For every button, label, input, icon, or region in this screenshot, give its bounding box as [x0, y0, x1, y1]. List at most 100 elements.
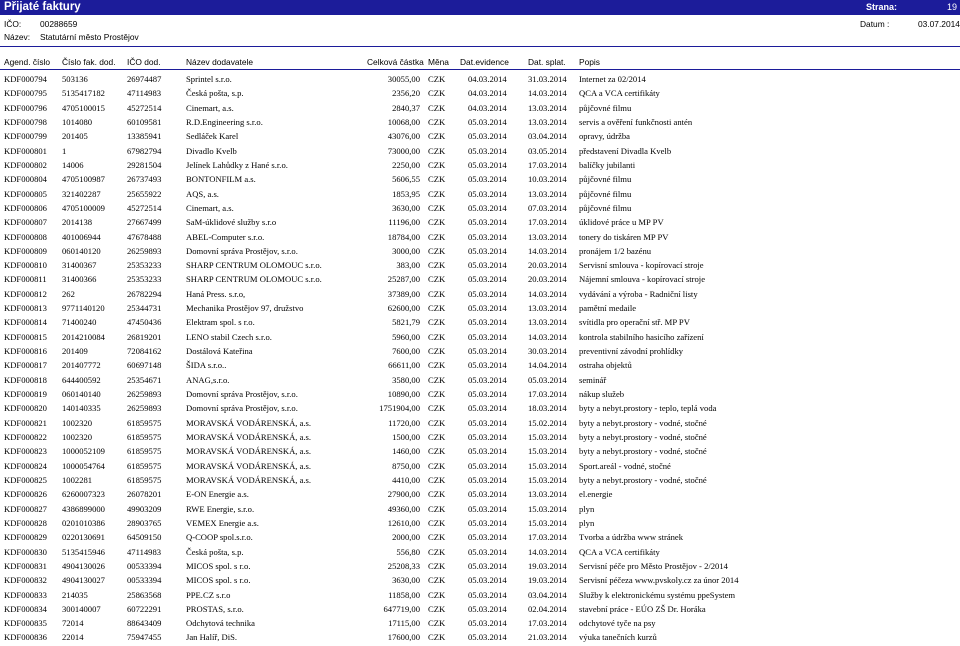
cell-evidence-date: 05.03.2014 [468, 202, 507, 213]
cell-currency: CZK [428, 102, 446, 113]
cell-currency: CZK [428, 546, 446, 557]
cell-description: výuka tanečních kurzů [579, 632, 657, 643]
cell-evidence-date: 05.03.2014 [468, 360, 507, 371]
cell-description: Servisní péče pro Město Prostějov - 2/20… [579, 560, 728, 571]
cell-invoice-no: 1014080 [62, 116, 93, 127]
cell-due-date: 15.03.2014 [528, 460, 567, 471]
cell-ico: 61859575 [127, 460, 162, 471]
cell-invoice-no: 71400240 [62, 317, 97, 328]
cell-invoice-no: 4386899000 [62, 503, 105, 514]
cell-supplier: Česká pošta, s.p. [186, 88, 244, 99]
report-title: Přijaté faktury [4, 1, 81, 13]
table-row: KDF000825 1002281 61859575 MORAVSKÁ VODÁREN… [0, 473, 960, 487]
cell-evidence-date: 05.03.2014 [468, 159, 507, 170]
table-row: KDF000829 0220130691 64509150 Q-COOP spol.s… [0, 530, 960, 544]
cell-amount: 556,80 [396, 546, 420, 557]
cell-invoice-no: 1 [62, 145, 67, 156]
table-row: KDF000816 201409 72084162 Dostálová Kateřin… [0, 344, 960, 358]
table-row: KDF000814 71400240 47450436 Elektram spol. … [0, 315, 960, 329]
cell-agenda: KDF000825 [4, 474, 47, 485]
name-value: Statutární město Prostějov [40, 32, 139, 42]
cell-supplier: SaM-úklidové služby s.r.o [186, 217, 277, 228]
cell-amount: 1460,00 [392, 446, 420, 457]
table-row: KDF000796 4705100015 45272514 Cinemart, a.s… [0, 101, 960, 115]
cell-supplier: MORAVSKÁ VODÁRENSKÁ, a.s. [186, 460, 312, 471]
table-row: KDF000807 2014138 27667499 SaM-úklidové slu… [0, 215, 960, 229]
cell-ico: 45272514 [127, 202, 162, 213]
cell-description: balíčky jubilanti [579, 159, 636, 170]
cell-currency: CZK [428, 575, 446, 586]
cell-supplier: BONTONFILM a.s. [186, 174, 256, 185]
cell-evidence-date: 05.03.2014 [468, 346, 507, 357]
cell-amount: 10890,00 [387, 389, 420, 400]
table-row: KDF000804 4705100987 26737493 BONTONFILM a.… [0, 172, 960, 186]
cell-agenda: KDF000816 [4, 346, 47, 357]
cell-ico: 00533394 [127, 560, 162, 571]
cell-invoice-no: 060140140 [62, 389, 101, 400]
cell-ico: 75947455 [127, 632, 162, 643]
cell-ico: 25353233 [127, 274, 162, 285]
cell-evidence-date: 05.03.2014 [468, 474, 507, 485]
cell-evidence-date: 05.03.2014 [468, 546, 507, 557]
cell-currency: CZK [428, 131, 446, 142]
cell-evidence-date: 05.03.2014 [468, 303, 507, 314]
cell-ico: 25344731 [127, 303, 162, 314]
cell-invoice-no: 060140120 [62, 245, 101, 256]
cell-agenda: KDF000796 [4, 102, 47, 113]
col-header-description: Popis [579, 57, 600, 67]
table-row: KDF000811 31400366 25353233 SHARP CENTRUM O… [0, 272, 960, 286]
cell-agenda: KDF000821 [4, 417, 47, 428]
cell-ico: 26259893 [127, 245, 162, 256]
cell-amount: 647719,00 [383, 603, 420, 614]
cell-currency: CZK [428, 174, 446, 185]
cell-evidence-date: 05.03.2014 [468, 460, 507, 471]
cell-supplier: Domovní správa Prostějov, s.r.o. [186, 245, 298, 256]
cell-supplier: Haná Press. s.r.o, [186, 288, 246, 299]
cell-currency: CZK [428, 217, 446, 228]
cell-due-date: 14.03.2014 [528, 546, 567, 557]
cell-currency: CZK [428, 417, 446, 428]
cell-agenda: KDF000827 [4, 503, 47, 514]
name-label: Název: [4, 32, 31, 42]
cell-agenda: KDF000794 [4, 74, 47, 84]
cell-invoice-no: 262 [62, 288, 75, 299]
cell-evidence-date: 05.03.2014 [468, 403, 507, 414]
cell-agenda: KDF000824 [4, 460, 47, 471]
table-row: KDF000810 31400367 25353233 SHARP CENTRUM O… [0, 258, 960, 272]
cell-amount: 2000,00 [392, 532, 420, 543]
cell-supplier: Jan Halíř, DiS. [186, 632, 238, 643]
cell-currency: CZK [428, 532, 446, 543]
table-row: KDF000802 14006 29281504 Jelínek Lahůdky z … [0, 158, 960, 172]
cell-amount: 25208,33 [387, 560, 420, 571]
cell-amount: 5606,55 [392, 174, 420, 185]
cell-agenda: KDF000815 [4, 331, 47, 342]
cell-amount: 30055,00 [387, 74, 420, 84]
cell-amount: 25287,00 [387, 274, 420, 285]
cell-evidence-date: 04.03.2014 [468, 74, 507, 84]
cell-amount: 1500,00 [392, 432, 420, 442]
cell-agenda: KDF000835 [4, 618, 47, 629]
cell-amount: 62600,00 [387, 303, 420, 314]
cell-supplier: Česká pošta, s.p. [186, 546, 244, 557]
cell-due-date: 14.03.2014 [528, 288, 567, 299]
cell-amount: 27900,00 [387, 489, 420, 500]
cell-evidence-date: 05.03.2014 [468, 231, 507, 242]
cell-description: byty a nebyt.prostory - vodné, stočné [579, 446, 707, 457]
cell-ico: 72084162 [127, 346, 162, 357]
cell-evidence-date: 05.03.2014 [468, 317, 507, 328]
cell-invoice-no: 5135417182 [62, 88, 105, 99]
cell-evidence-date: 05.03.2014 [468, 217, 507, 228]
cell-evidence-date: 05.03.2014 [468, 260, 507, 271]
cell-description: pronájem 1/2 bazénu [579, 245, 652, 256]
table-row: KDF000820 140140335 26259893 Domovní správa… [0, 401, 960, 415]
table-row: KDF000835 72014 88643409 Odchytová technika… [0, 616, 960, 630]
cell-invoice-no: 31400366 [62, 274, 97, 285]
ico-value: 00288659 [40, 19, 78, 29]
cell-agenda: KDF000823 [4, 446, 47, 457]
cell-due-date: 13.03.2014 [528, 317, 567, 328]
cell-amount: 11858,00 [388, 589, 420, 600]
cell-due-date: 21.03.2014 [528, 632, 567, 643]
table-row: KDF000794 503136 26974487 Sprintel s.r.o. 30… [0, 72, 960, 86]
cell-agenda: KDF000833 [4, 589, 47, 600]
cell-ico: 25655922 [127, 188, 162, 199]
